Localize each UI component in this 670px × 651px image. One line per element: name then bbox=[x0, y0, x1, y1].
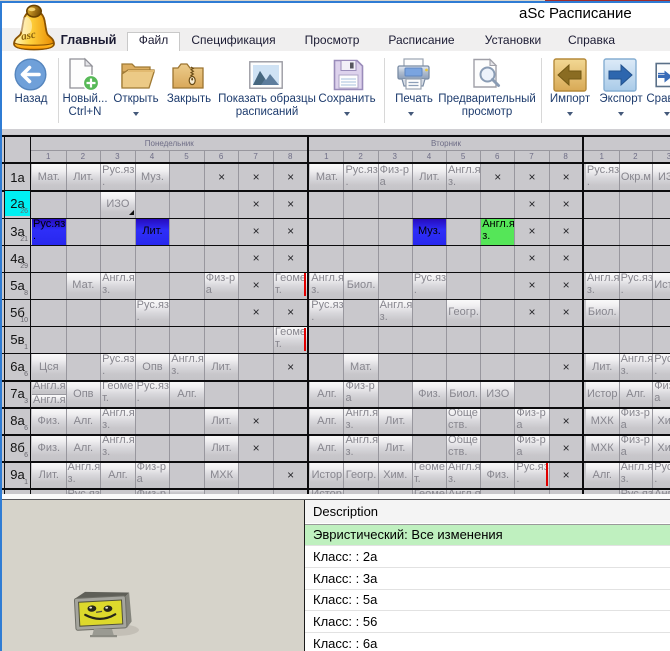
svg-text:asc: asc bbox=[20, 29, 37, 43]
